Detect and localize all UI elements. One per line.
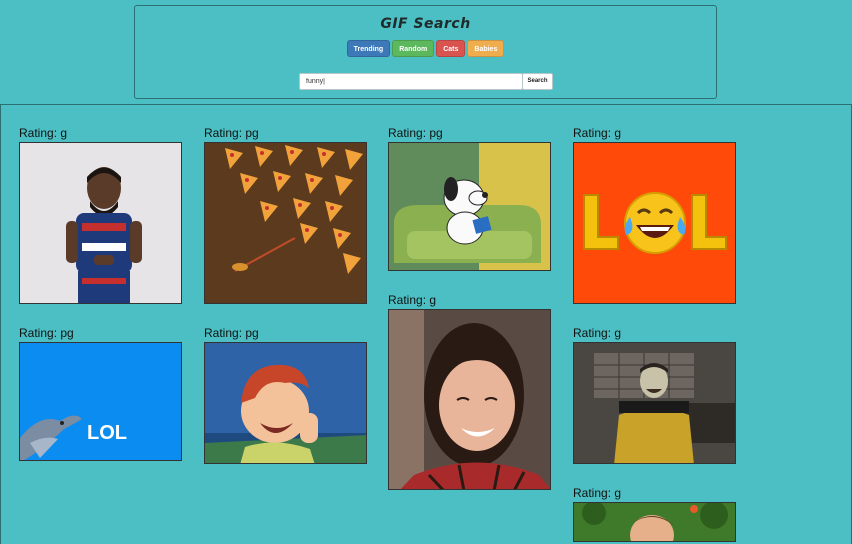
laughing-woman-gif[interactable] bbox=[388, 309, 551, 490]
gif-rating: Rating: pg bbox=[19, 326, 74, 340]
laughing-man-outdoors-gif[interactable] bbox=[573, 502, 736, 542]
gif-rating: Rating: g bbox=[573, 326, 622, 340]
gif-card: Rating: pg bbox=[204, 324, 367, 464]
gif-card: Rating: g bbox=[388, 291, 551, 490]
random-button[interactable]: Random bbox=[392, 40, 435, 57]
star-trek-data-laughing-gif[interactable] bbox=[573, 342, 736, 464]
gif-card: Rating: g bbox=[573, 484, 736, 542]
babies-button[interactable]: Babies bbox=[467, 40, 505, 57]
gif-rating: Rating: g bbox=[573, 126, 622, 140]
gif-rating: Rating: pg bbox=[388, 126, 443, 140]
results-column-2: Rating: pg Rating: pg bbox=[204, 124, 367, 464]
cats-button[interactable]: Cats bbox=[436, 40, 466, 57]
gif-rating: Rating: g bbox=[573, 486, 622, 500]
search-header-panel: GIF Search TrendingRandomCatsBabies Sear… bbox=[134, 5, 717, 99]
gif-rating: Rating: pg bbox=[204, 126, 259, 140]
results-column-3: Rating: pg Rating: g bbox=[388, 124, 551, 490]
laughing-basketball-player-gif[interactable] bbox=[19, 142, 182, 304]
gif-card: Rating: g bbox=[19, 124, 182, 304]
gif-rating: Rating: g bbox=[19, 126, 68, 140]
page-title: GIF Search bbox=[380, 16, 471, 32]
lol-crying-emoji-gif[interactable] bbox=[573, 142, 736, 304]
gif-rating: Rating: g bbox=[388, 293, 437, 307]
archie-laughing-gif[interactable] bbox=[204, 342, 367, 464]
gif-card: Rating: g bbox=[573, 324, 736, 464]
search-button[interactable]: Search bbox=[522, 73, 553, 90]
dolphin-lol-gif[interactable]: LOL bbox=[19, 342, 182, 461]
trending-button[interactable]: Trending bbox=[346, 40, 391, 57]
search-input[interactable] bbox=[299, 73, 523, 90]
snoopy-reading-gif[interactable] bbox=[388, 142, 551, 271]
gif-card: Rating: pg bbox=[204, 124, 367, 304]
results-panel: Rating: g Rating: pg LOL Rating: pg Rati… bbox=[0, 104, 852, 544]
gif-card: Rating: g bbox=[573, 124, 736, 304]
category-button-row: Trending Random Cats Babies bbox=[135, 40, 716, 57]
svg-text:LOL: LOL bbox=[87, 422, 127, 444]
gif-card: Rating: pg bbox=[388, 124, 551, 271]
gif-rating: Rating: pg bbox=[204, 326, 259, 340]
results-column-4: Rating: g Rating: g Rating: g bbox=[573, 124, 736, 542]
gif-card: Rating: pg LOL bbox=[19, 324, 182, 461]
search-row: Search bbox=[299, 73, 553, 90]
flying-pizza-slices-gif[interactable] bbox=[204, 142, 367, 304]
results-column-1: Rating: g Rating: pg LOL bbox=[19, 124, 182, 461]
